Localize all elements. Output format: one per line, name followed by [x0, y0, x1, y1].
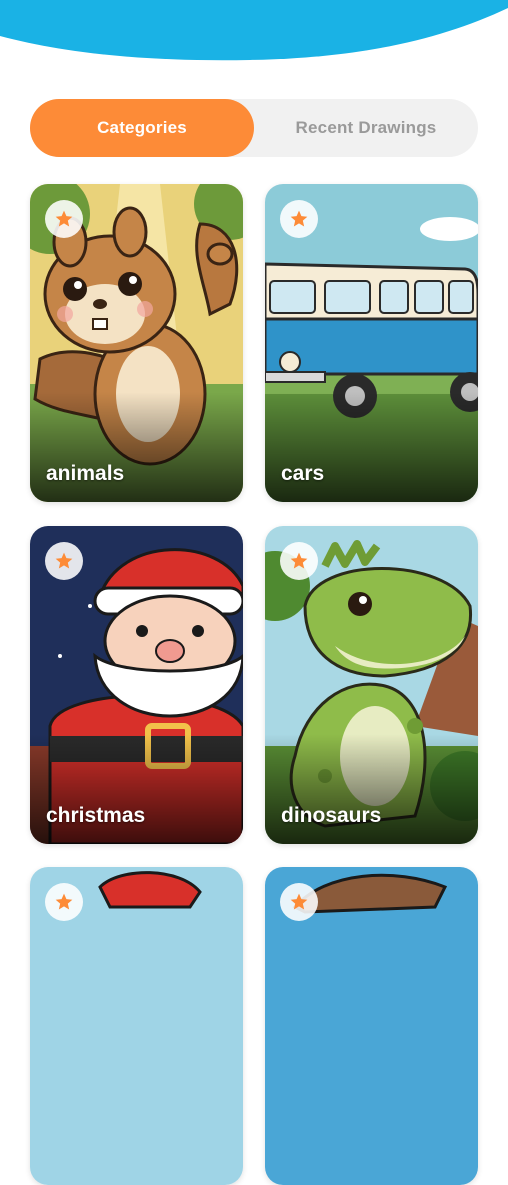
category-label: cars [281, 462, 325, 485]
header-wave [0, 0, 508, 61]
category-card[interactable] [265, 867, 478, 1185]
favorite-star-icon[interactable] [280, 542, 318, 580]
tab-switcher: Categories Recent Drawings [30, 99, 478, 157]
category-card-cars[interactable]: cars [265, 184, 478, 502]
favorite-star-icon[interactable] [45, 200, 83, 238]
favorite-star-icon[interactable] [45, 542, 83, 580]
category-label: christmas [46, 804, 146, 827]
favorite-star-icon[interactable] [280, 200, 318, 238]
category-card-animals[interactable]: animals [30, 184, 243, 502]
category-card-christmas[interactable]: christmas [30, 526, 243, 844]
favorite-star-icon[interactable] [280, 883, 318, 921]
tab-categories[interactable]: Categories [30, 99, 254, 157]
favorite-star-icon[interactable] [45, 883, 83, 921]
category-label: dinosaurs [281, 804, 382, 827]
category-card-dinosaurs[interactable]: dinosaurs [265, 526, 478, 844]
tab-recent-drawings[interactable]: Recent Drawings [254, 99, 478, 157]
category-label: animals [46, 462, 125, 485]
category-card[interactable] [30, 867, 243, 1185]
